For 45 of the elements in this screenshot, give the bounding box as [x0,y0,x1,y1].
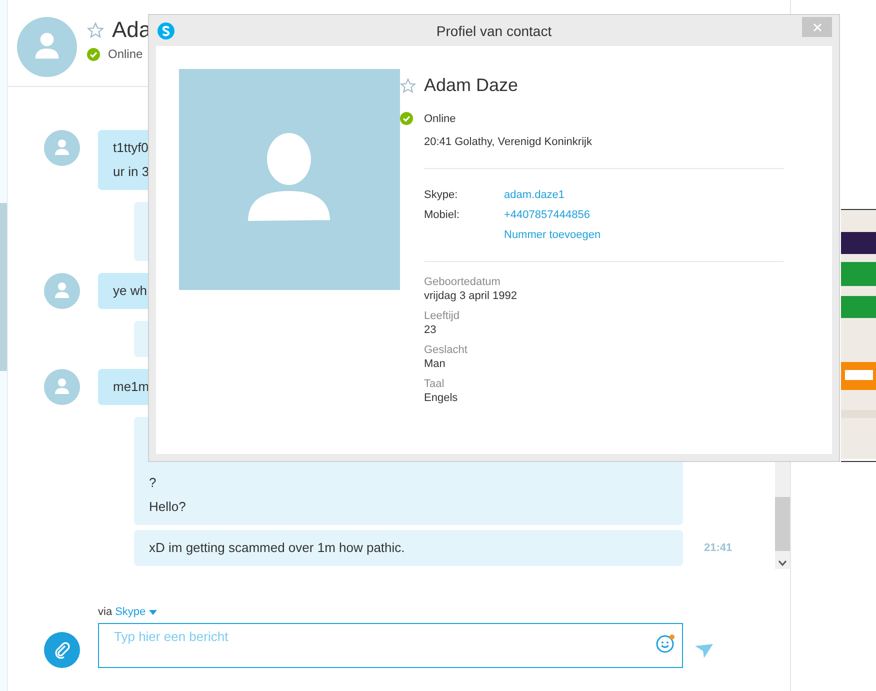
paperclip-icon [53,641,71,659]
field-label: Geboortedatum [424,276,502,288]
status-text: Online [424,112,456,124]
scroll-thumb[interactable] [775,497,790,551]
field-label: Skype: [424,189,459,201]
field-value: Engels [424,392,459,404]
profile-picture-icon [179,69,400,290]
local-time-text: 20:41 Golathy, Verenigd Koninkrijk [424,136,593,148]
caret-icon[interactable] [148,610,157,614]
close-icon [812,22,822,32]
field-label: Mobiel: [424,209,460,221]
avatar-icon [44,369,80,405]
close-button[interactable] [802,17,832,37]
avatar-icon [17,17,77,77]
add-number-link[interactable]: Nummer toevoegen [504,229,601,241]
service-dropdown[interactable]: Skype [115,606,146,618]
contact-link[interactable]: adam.daze1 [504,189,565,201]
timestamp: 21:41 [704,542,732,554]
avatar-icon [44,273,80,309]
message-text: t1ttyf0 [113,139,150,157]
via-label: via [98,606,112,618]
star-icon[interactable] [87,22,104,38]
field-value: Man [424,358,446,370]
attach-button[interactable] [44,632,80,668]
logo-icon [157,22,175,40]
star-icon[interactable] [400,78,416,94]
send-icon[interactable] [695,644,713,658]
field-value: 23 [424,324,438,336]
status-text: Online [108,47,143,61]
field-label: Taal [424,378,446,390]
field-value: vrijdag 3 april 1992 [424,290,518,302]
message-text: ye wh [113,282,148,300]
emoticon-icon[interactable] [656,634,675,652]
message-text: me1m [113,378,150,396]
scroll-thumb[interactable] [0,203,7,371]
contact-link[interactable]: +4407857444856 [504,209,590,221]
field-label: Leeftijd [424,310,460,322]
contact-name: Adam Daze [424,75,518,96]
message-text: Hello? [149,498,187,516]
message-text: ? [149,474,158,492]
message-input[interactable]: Typ hier een bericht [98,622,683,668]
message-text: xD im getting scammed over 1m how pathic. [149,539,406,557]
dialog-title: Profiel van contact [435,22,553,38]
field-label: Geslacht [424,344,468,356]
avatar-icon [44,130,80,166]
